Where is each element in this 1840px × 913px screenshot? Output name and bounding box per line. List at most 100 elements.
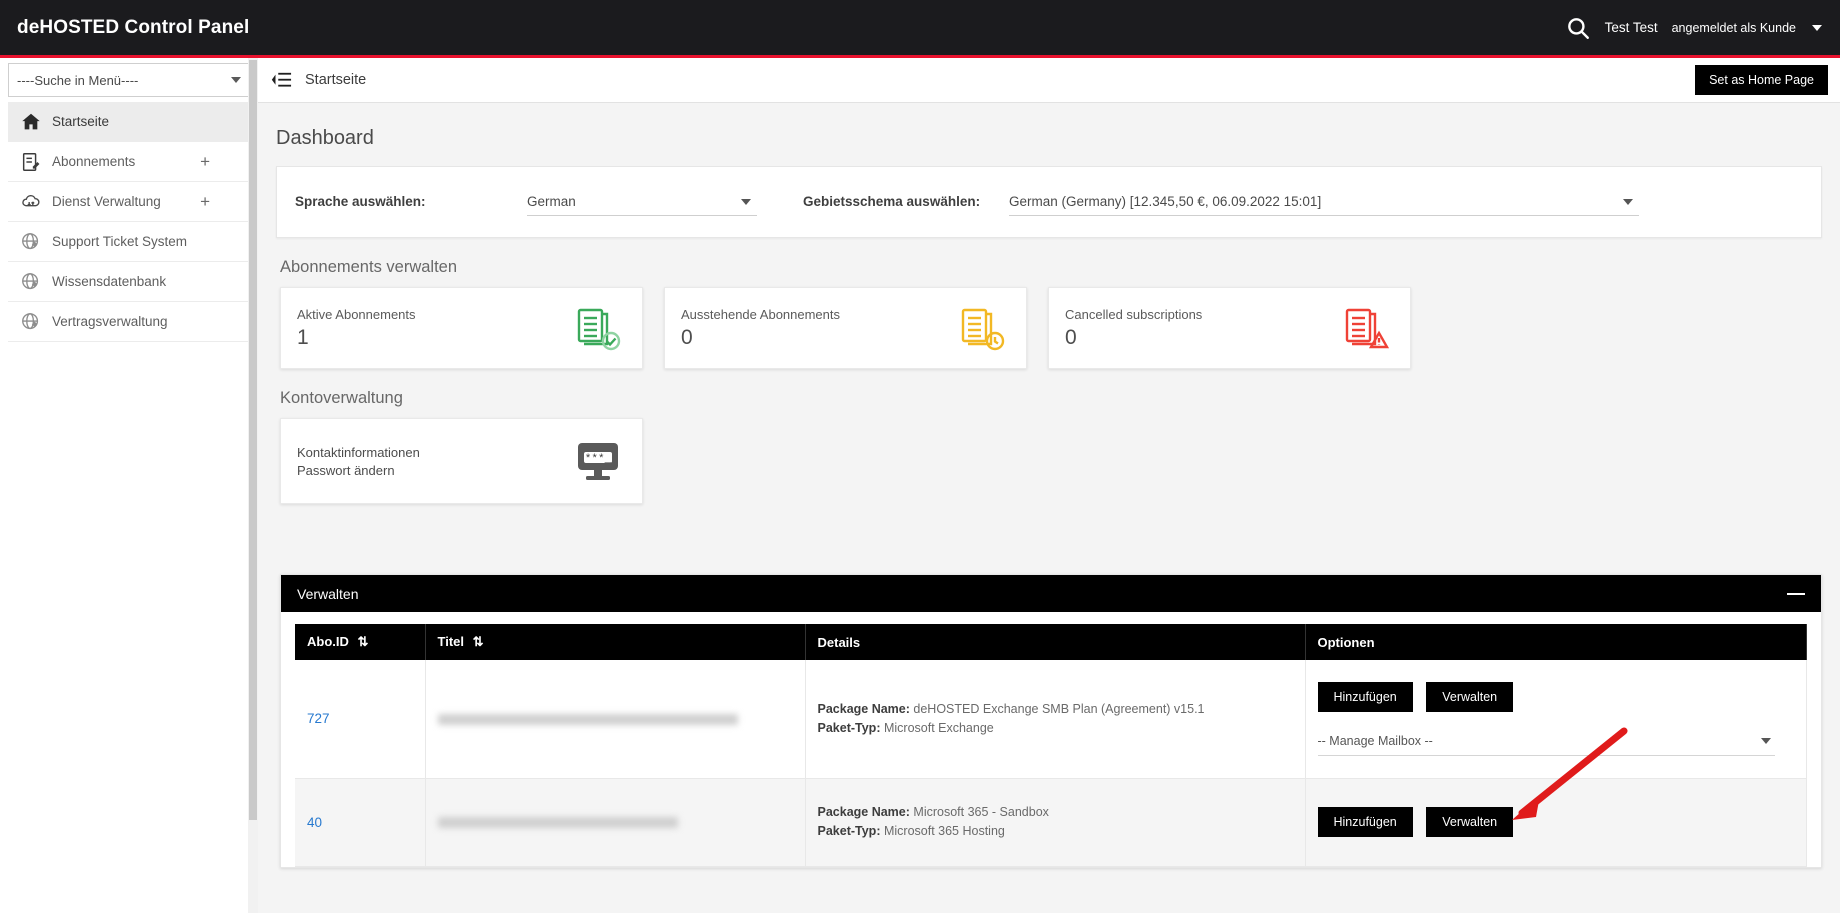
column-header-details: Details: [805, 624, 1306, 660]
package-name-label: Package Name:: [817, 701, 910, 716]
user-role-label[interactable]: angemeldet als Kunde: [1672, 21, 1796, 35]
package-name-label: Package Name:: [817, 805, 910, 819]
card-value: 0: [1065, 325, 1077, 349]
chevron-down-icon: [1760, 738, 1771, 745]
add-button[interactable]: Hinzufügen: [1317, 681, 1413, 712]
subscription-id-link[interactable]: 727: [307, 711, 330, 726]
collapse-menu-icon[interactable]: [270, 71, 292, 89]
redacted-title: [437, 713, 738, 725]
search-icon[interactable]: [1565, 15, 1591, 41]
card-aktive-abonnements[interactable]: Aktive Abonnements 1: [280, 287, 643, 369]
set-as-home-page-button[interactable]: Set as Home Page: [1695, 65, 1828, 95]
breadcrumb-current[interactable]: Startseite: [305, 72, 366, 88]
column-label: Details: [817, 634, 861, 650]
sidebar-item-wissensdatenbank[interactable]: Wissensdatenbank: [8, 262, 258, 302]
language-locale-panel: Sprache auswählen: German Gebietsschema …: [276, 166, 1822, 238]
redacted-title: [437, 817, 678, 829]
documents-clock-icon: [954, 300, 1010, 356]
manage-panel-header: Verwalten: [281, 575, 1821, 612]
sidebar: ----Suche in Menü---- Startseite Abonnem…: [0, 58, 258, 913]
cell-details: Package Name: Microsoft 365 - Sandbox Pa…: [805, 778, 1306, 867]
top-bar: deHOSTED Control Panel Test Test angemel…: [0, 0, 1840, 55]
sidebar-item-startseite[interactable]: Startseite: [8, 102, 258, 142]
contact-info-link[interactable]: Kontaktinformationen: [297, 445, 420, 460]
sidebar-nav: Startseite Abonnements + Dienst Verwaltu…: [8, 102, 258, 342]
language-select[interactable]: German: [527, 188, 757, 216]
column-header-titel[interactable]: Titel ⇅: [425, 624, 806, 660]
sidebar-item-label: Dienst Verwaltung: [52, 194, 161, 209]
cell-abo-id: 40: [295, 778, 426, 867]
sidebar-item-label: Startseite: [52, 114, 110, 129]
table-header-row: Abo.ID ⇅ Titel ⇅ Details Optionen: [295, 624, 1807, 660]
add-button[interactable]: Hinzufügen: [1317, 807, 1413, 837]
menu-search-select[interactable]: ----Suche in Menü----: [8, 63, 250, 97]
sidebar-item-abonnements[interactable]: Abonnements +: [8, 142, 258, 182]
sidebar-item-dienst-verwaltung[interactable]: Dienst Verwaltung +: [8, 182, 258, 222]
package-name-value: deHOSTED Exchange SMB Plan (Agreement) v…: [913, 701, 1205, 716]
cell-titel: [425, 778, 806, 867]
card-ausstehende-abonnements[interactable]: Ausstehende Abonnements 0: [664, 287, 1027, 369]
card-value: 1: [297, 325, 309, 349]
table-row: 40 Package Name: Microsoft 365 - Sandbox: [295, 778, 1807, 867]
card-label: Aktive Abonnements: [297, 306, 416, 322]
package-type-line: Paket-Typ: Microsoft Exchange: [818, 719, 1293, 738]
globe-link-icon: [20, 311, 42, 333]
expand-plus-icon[interactable]: +: [200, 153, 210, 170]
column-header-abo-id[interactable]: Abo.ID ⇅: [295, 624, 426, 660]
subscriptions-table: Abo.ID ⇅ Titel ⇅ Details Optionen 727 Pa…: [295, 624, 1807, 867]
sidebar-item-label: Support Ticket System: [52, 234, 188, 249]
table-row: 727 Package Name: deHOSTED Exchange SMB …: [295, 660, 1807, 779]
sidebar-scrollbar-thumb[interactable]: [249, 60, 257, 820]
minus-icon[interactable]: [1787, 592, 1805, 595]
locale-label: Gebietsschema auswählen:: [803, 194, 981, 209]
subscriptions-table-wrapper: Abo.ID ⇅ Titel ⇅ Details Optionen 727 Pa…: [281, 612, 1821, 867]
cell-optionen: Hinzufügen Verwalten -- Manage Mailbox -…: [1305, 660, 1807, 779]
manage-mailbox-select[interactable]: -- Manage Mailbox --: [1317, 728, 1775, 756]
language-label-wrap: Sprache auswählen:: [277, 193, 527, 211]
home-icon: [20, 111, 42, 133]
breadcrumb-bar: Startseite Set as Home Page: [258, 58, 1840, 103]
change-password-link[interactable]: Passwort ändern: [297, 463, 420, 478]
chevron-down-icon: [741, 198, 751, 205]
expand-plus-icon[interactable]: +: [200, 193, 210, 210]
column-label: Titel: [437, 634, 465, 649]
cell-abo-id: 727: [295, 660, 426, 779]
card-kontoverwaltung[interactable]: Kontaktinformationen Passwort ändern ***…: [280, 418, 643, 504]
document-edit-icon: [20, 151, 42, 173]
menu-search-value: ----Suche in Menü----: [17, 72, 139, 88]
sidebar-item-vertragsverwaltung[interactable]: Vertragsverwaltung: [8, 302, 258, 342]
subscriptions-section-heading: Abonnements verwalten: [280, 258, 458, 276]
page-title: Dashboard: [276, 127, 374, 149]
sidebar-item-label: Vertragsverwaltung: [52, 314, 168, 329]
card-cancelled-subscriptions[interactable]: Cancelled subscriptions 0: [1048, 287, 1411, 369]
locale-select-value: German (Germany) [12.345,50 €, 06.09.202…: [1009, 194, 1322, 209]
sidebar-item-label: Wissensdatenbank: [52, 274, 167, 289]
subscription-id-link[interactable]: 40: [307, 815, 322, 830]
manage-mailbox-value: -- Manage Mailbox --: [1317, 734, 1433, 749]
sort-updown-icon[interactable]: ⇅: [358, 634, 369, 649]
locale-select[interactable]: German (Germany) [12.345,50 €, 06.09.202…: [1009, 188, 1639, 216]
app-brand-title: deHOSTED Control Panel: [17, 16, 250, 38]
sidebar-item-support-ticket-system[interactable]: Support Ticket System: [8, 222, 258, 262]
package-name-line: Package Name: Microsoft 365 - Sandbox: [818, 803, 1293, 822]
card-value: 0: [681, 325, 693, 349]
manage-button[interactable]: Verwalten: [1426, 681, 1514, 712]
page-body: Dashboard Sprache auswählen: German Gebi…: [258, 103, 1840, 913]
locale-label-wrap: Gebietsschema auswählen:: [757, 193, 1009, 211]
chevron-down-icon[interactable]: [1812, 24, 1822, 31]
main-content: Startseite Set as Home Page Dashboard Sp…: [258, 58, 1840, 913]
card-label: Ausstehende Abonnements: [681, 306, 841, 322]
language-select-value: German: [527, 194, 576, 209]
cell-titel: [425, 660, 806, 779]
column-header-optionen: Optionen: [1305, 624, 1807, 660]
manage-button[interactable]: Verwalten: [1426, 807, 1514, 837]
svg-text:***_: ***_: [585, 454, 612, 466]
monitor-password-icon: ***_: [570, 433, 626, 489]
card-label: Cancelled subscriptions: [1065, 306, 1203, 322]
package-type-label: Paket-Typ:: [817, 824, 881, 838]
subscription-cards: Aktive Abonnements 1 Ausstehende Abonnem…: [280, 287, 1840, 369]
account-section-heading: Kontoverwaltung: [280, 389, 403, 407]
documents-check-icon: [570, 300, 626, 356]
manage-panel-title: Verwalten: [297, 585, 359, 602]
sort-updown-icon[interactable]: ⇅: [473, 634, 484, 649]
